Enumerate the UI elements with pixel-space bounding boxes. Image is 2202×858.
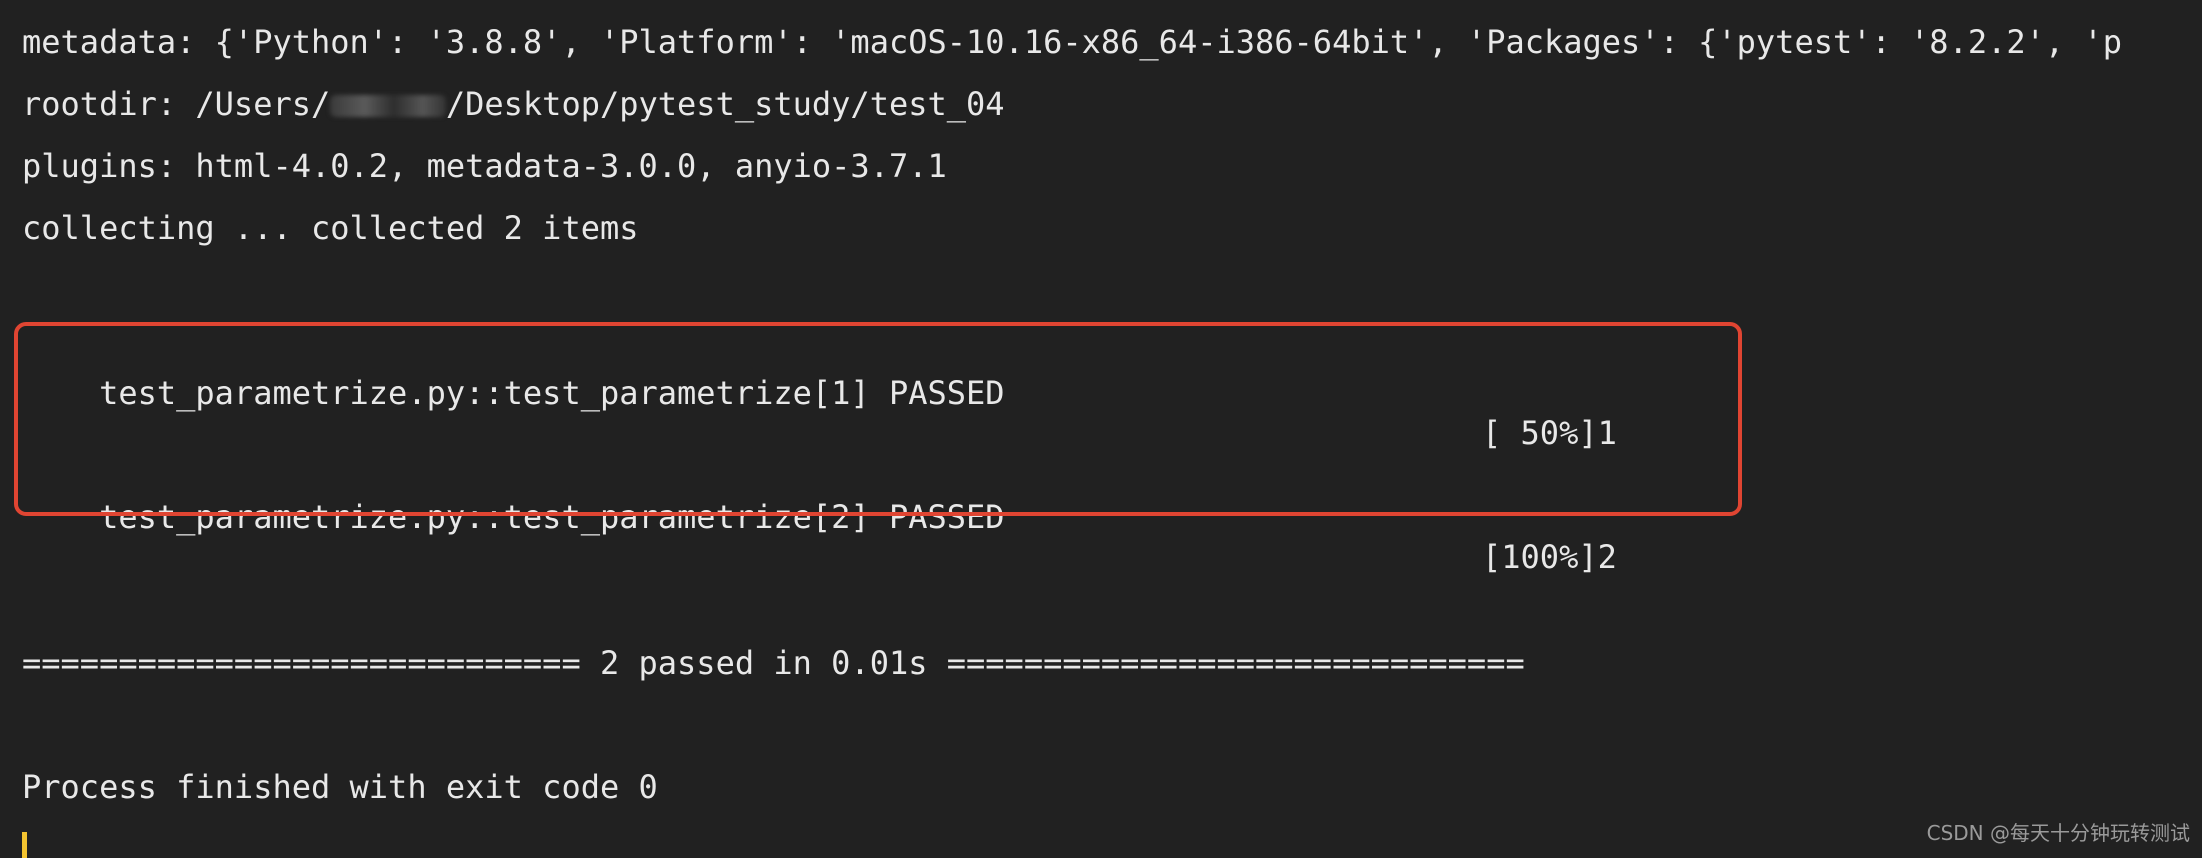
rootdir-line: rootdir: /Users/yyyyyy/Desktop/pytest_st…	[22, 84, 1005, 124]
rootdir-prefix: rootdir: /Users/	[22, 85, 331, 123]
text-cursor	[22, 832, 27, 858]
summary-line: ============================= 2 passed i…	[22, 644, 1525, 682]
plugins-line: plugins: html-4.0.2, metadata-3.0.0, any…	[22, 147, 947, 185]
collecting-line: collecting ... collected 2 items	[22, 209, 639, 247]
rootdir-suffix: /Desktop/pytest_study/test_04	[445, 85, 1005, 123]
redacted-username: yyyyyy	[330, 95, 446, 117]
highlight-box	[14, 322, 1742, 516]
metadata-line: metadata: {'Python': '3.8.8', 'Platform'…	[22, 23, 2122, 61]
test-result-progress: [100%]2	[1482, 538, 1617, 576]
watermark: CSDN @每天十分钟玩转测试	[1926, 821, 2190, 845]
exit-line: Process finished with exit code 0	[22, 768, 658, 806]
